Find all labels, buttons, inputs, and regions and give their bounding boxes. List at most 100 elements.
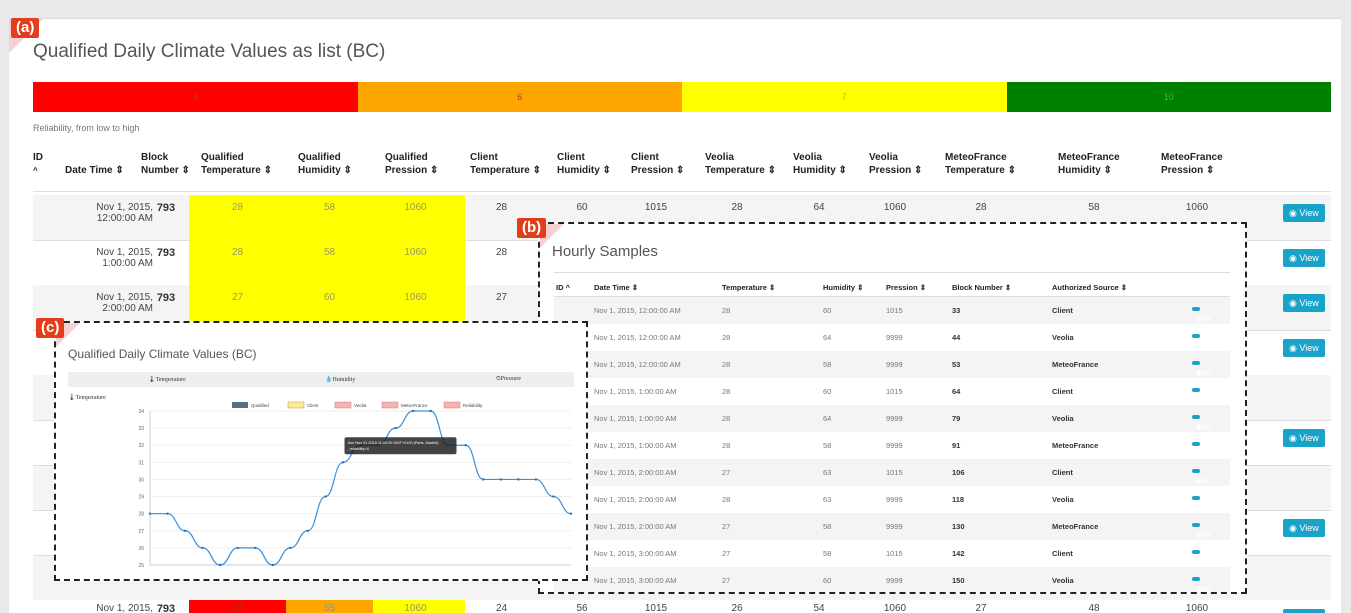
- value-cell-qh: 58: [323, 202, 336, 213]
- value-cell-qh: 60: [323, 292, 336, 303]
- hourly-temp: 28: [722, 387, 731, 396]
- hourly-row: Nov 1, 2015, 12:00:00 AM 28 60 1015 33 Client…: [554, 297, 1230, 324]
- view-button[interactable]: ◉ View: [1192, 334, 1211, 350]
- hourly-column-header[interactable]: Date Time ⇕: [594, 283, 638, 292]
- hourly-column-header[interactable]: Pression ⇕: [886, 283, 926, 292]
- legend-label: Qualified: [251, 403, 269, 408]
- hourly-row: Nov 1, 2015, 3:00:00 AM 27 58 1015 142 Client…: [554, 540, 1230, 567]
- view-button[interactable]: ◉ View: [1192, 307, 1211, 323]
- hourly-samples-panel: Hourly Samples ID ^ Date Time ⇕ Temperatur…: [538, 222, 1247, 594]
- temperature-series-line: [149, 410, 572, 566]
- data-point: [394, 426, 397, 430]
- view-button-label: View: [1196, 424, 1212, 431]
- hourly-temp: 28: [722, 414, 731, 423]
- hourly-column-header[interactable]: Block Number ⇕: [952, 283, 1011, 292]
- view-button-label: View: [1196, 559, 1212, 566]
- hourly-block: 118: [952, 495, 965, 504]
- view-button[interactable]: ◉ View: [1283, 249, 1325, 267]
- view-button-label: View: [1196, 586, 1212, 593]
- view-button-label: View: [1299, 343, 1319, 353]
- column-header[interactable]: Client Pression ⇕: [631, 151, 684, 177]
- view-button[interactable]: ◉ View: [1192, 469, 1211, 485]
- hourly-source: MeteoFrance: [1052, 360, 1099, 369]
- data-point: [166, 512, 169, 515]
- header-divider: [33, 191, 1331, 192]
- date-line: Nov 1, 2015,: [96, 202, 153, 213]
- hourly-hum: 58: [823, 522, 832, 531]
- date-line: Nov 1, 2015,: [96, 247, 153, 258]
- hourly-column-header[interactable]: ID ^: [556, 283, 570, 292]
- view-button[interactable]: ◉ View: [1192, 388, 1211, 404]
- view-button[interactable]: ◉ View: [1192, 415, 1211, 431]
- legend-swatch: [443, 401, 461, 409]
- column-header[interactable]: Block Number ⇕: [141, 151, 190, 177]
- data-point: [201, 546, 204, 550]
- hourly-temp: 27: [722, 468, 731, 477]
- view-button-label: View: [1196, 316, 1212, 323]
- view-button-label: View: [1299, 208, 1319, 218]
- column-header[interactable]: MeteoFrance Temperature ⇕: [945, 151, 1016, 177]
- data-point: [482, 478, 485, 481]
- hourly-pres: 9999: [886, 414, 903, 423]
- column-header[interactable]: Qualified Temperature ⇕: [201, 151, 272, 177]
- hourly-temp: 28: [722, 306, 731, 315]
- view-button[interactable]: ◉ View: [1283, 339, 1325, 357]
- hourly-row: Nov 1, 2015, 2:00:00 AM 28 63 9999 118 Veolia…: [554, 486, 1230, 513]
- hourly-source: Client: [1052, 549, 1073, 558]
- column-header[interactable]: MeteoFrance Pression ⇕: [1161, 151, 1223, 177]
- column-header-line2: Number ⇕: [141, 165, 190, 176]
- hourly-column-header[interactable]: Humidity ⇕: [823, 283, 863, 292]
- column-header[interactable]: Client Temperature ⇕: [470, 151, 541, 177]
- view-button-label: View: [1196, 532, 1212, 539]
- column-header-line2: Date Time ⇕: [65, 165, 124, 176]
- column-header-line2: Humidity ⇕: [1058, 165, 1112, 176]
- view-button[interactable]: ◉ View: [1192, 523, 1211, 539]
- view-button[interactable]: ◉ View: [1192, 442, 1211, 458]
- column-header[interactable]: Veolia Pression ⇕: [869, 151, 922, 177]
- view-button-label: View: [1299, 433, 1319, 443]
- column-header-line2: Temperature ⇕: [201, 165, 272, 176]
- view-button[interactable]: ◉ View: [1192, 496, 1211, 512]
- view-button[interactable]: ◉ View: [1283, 204, 1325, 222]
- hourly-temp: 27: [722, 522, 731, 531]
- column-header[interactable]: ID ^: [33, 151, 43, 177]
- column-header-line1: MeteoFrance: [1058, 152, 1120, 163]
- view-button-label: View: [1196, 397, 1212, 404]
- hourly-hum: 63: [823, 495, 832, 504]
- column-header[interactable]: MeteoFrance Humidity ⇕: [1058, 151, 1120, 177]
- column-header-line1: Client: [631, 152, 659, 163]
- legend-label: Reliability: [463, 403, 483, 408]
- column-header-line1: MeteoFrance: [945, 152, 1007, 163]
- value-cell-mp: 1060: [1185, 202, 1209, 213]
- hourly-hum: 64: [823, 333, 832, 342]
- block-number-cell: 793: [156, 292, 176, 304]
- value-cell-ch: 60: [576, 202, 588, 213]
- eye-icon: ◉: [1289, 208, 1300, 218]
- view-button[interactable]: ◉ View: [1283, 294, 1325, 312]
- column-header[interactable]: Veolia Humidity ⇕: [793, 151, 847, 177]
- view-button-label: View: [1196, 370, 1212, 377]
- column-header[interactable]: Date Time ⇕: [65, 164, 124, 177]
- view-button[interactable]: ◉ View: [1283, 609, 1325, 613]
- view-button-label: View: [1299, 523, 1319, 533]
- column-header[interactable]: Qualified Pression ⇕: [385, 151, 438, 177]
- hourly-temp: 28: [722, 441, 731, 450]
- hourly-temp: 28: [722, 333, 731, 342]
- value-cell-vp: 1060: [883, 202, 907, 213]
- hourly-hum: 58: [823, 441, 832, 450]
- view-button[interactable]: ◉ View: [1192, 361, 1211, 377]
- data-point: [148, 512, 152, 515]
- column-header[interactable]: Client Humidity ⇕: [557, 151, 611, 177]
- column-header[interactable]: Qualified Humidity ⇕: [298, 151, 352, 177]
- view-button[interactable]: ◉ View: [1283, 429, 1325, 447]
- data-point: [289, 546, 292, 550]
- legend-label: Client: [307, 403, 319, 408]
- view-button[interactable]: ◉ View: [1192, 577, 1211, 592]
- hourly-column-header[interactable]: Temperature ⇕: [722, 283, 775, 292]
- column-header[interactable]: Veolia Temperature ⇕: [705, 151, 776, 177]
- view-button[interactable]: ◉ View: [1192, 550, 1211, 566]
- view-button[interactable]: ◉ View: [1283, 519, 1325, 537]
- hourly-column-header[interactable]: Authorized Source ⇕: [1052, 283, 1127, 292]
- hourly-date: Nov 1, 2015, 2:00:00 AM: [594, 495, 677, 504]
- view-button-label: View: [1196, 451, 1212, 458]
